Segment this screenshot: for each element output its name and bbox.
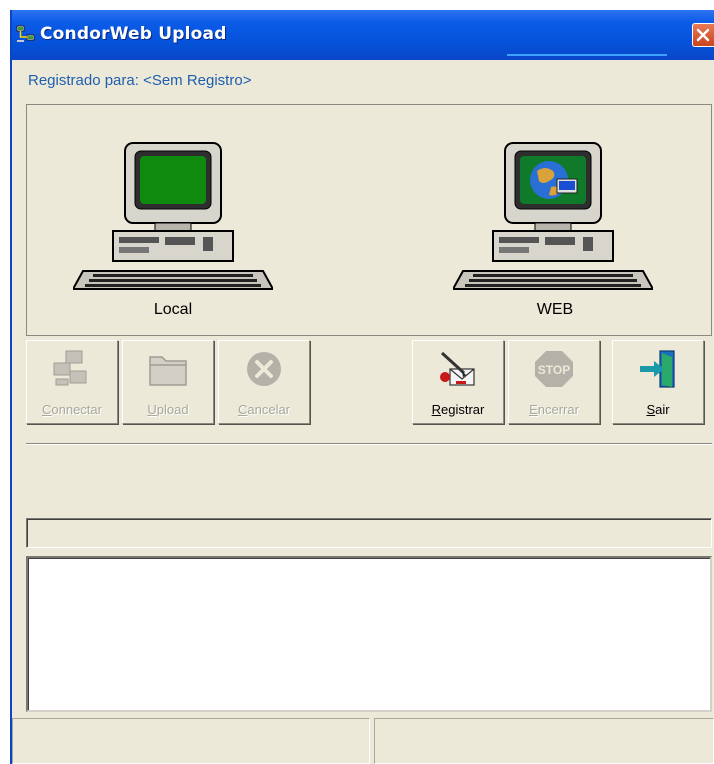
connect-button[interactable]: Connectar <box>26 340 118 424</box>
exit-door-icon <box>636 349 680 389</box>
web-label: WEB <box>536 301 574 318</box>
register-button[interactable]: Registrar <box>412 340 504 424</box>
stop-label: Encerrar <box>529 402 579 417</box>
register-pen-icon <box>436 349 480 389</box>
status-pane-left <box>12 718 370 764</box>
connect-label: Connectar <box>42 402 102 417</box>
computer-globe-screen-icon <box>451 141 655 291</box>
main-window: CondorWeb Upload Registrado para: <Sem R… <box>10 10 714 764</box>
exit-button[interactable]: Sair <box>612 340 704 424</box>
progress-bar <box>26 518 712 548</box>
close-button[interactable] <box>692 23 714 47</box>
stop-button[interactable]: STOP Encerrar <box>508 340 600 424</box>
close-icon <box>696 28 710 42</box>
local-label: Local <box>153 301 193 318</box>
separator <box>26 443 712 445</box>
log-textarea[interactable] <box>26 556 712 712</box>
network-computers-icon <box>50 349 94 389</box>
cancel-x-icon <box>242 349 286 389</box>
title-bar[interactable]: CondorWeb Upload <box>12 10 714 60</box>
svg-text:STOP: STOP <box>538 363 570 377</box>
window-title: CondorWeb Upload <box>40 24 227 44</box>
cancel-button[interactable]: Cancelar <box>218 340 310 424</box>
stop-sign-icon: STOP <box>532 349 576 389</box>
cancel-label: Cancelar <box>237 402 291 417</box>
folder-icon <box>146 349 190 389</box>
upload-button[interactable]: Upload <box>122 340 214 424</box>
status-pane-right <box>374 718 714 764</box>
exit-label: Sair <box>646 402 670 417</box>
status-bar <box>12 718 714 764</box>
network-icon <box>16 24 36 44</box>
register-label: Registrar <box>431 402 485 417</box>
computer-green-screen-icon <box>71 141 275 291</box>
computers-panel: Local WEB <box>26 104 712 336</box>
upload-label: Upload <box>147 402 189 417</box>
registered-label: Registrado para: <Sem Registro> <box>28 72 252 89</box>
title-stripe <box>507 54 667 56</box>
